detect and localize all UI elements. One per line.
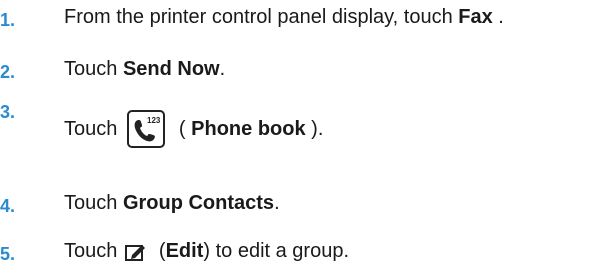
step-number: 2. [0, 62, 16, 82]
ui-term-phone-book: Phone book [191, 117, 306, 140]
step-text-plain: ) to edit a group. [203, 240, 350, 262]
ui-term-edit: Edit [165, 240, 204, 262]
instruction-steps: 1. From the printer control panel displa… [0, 0, 612, 270]
step-text-plain: ). [305, 117, 324, 140]
ui-term-fax: Fax [458, 6, 493, 28]
step-number: 4. [0, 196, 16, 216]
step-text-plain: Touch [64, 192, 123, 214]
step-number: 3. [0, 102, 16, 122]
ui-term-send-now: Send Now [122, 58, 220, 80]
phone-book-icon-number: 123 [147, 116, 161, 125]
step-text-plain: From the printer control panel display, … [64, 6, 459, 28]
step-text-plain: ( [153, 240, 166, 262]
step-text: From the printer control panel display, … [64, 6, 504, 29]
phone-book-icon: 123 [127, 110, 166, 148]
step-text: Touch 123 ( Phone book ). [64, 110, 323, 148]
step-text-plain: . [219, 58, 226, 80]
step-text-plain: Touch [64, 117, 118, 140]
step-text: Touch Group Contacts. [64, 192, 280, 215]
step-number: 1. [0, 10, 16, 30]
step-text-plain: ( [173, 117, 192, 140]
step-text-plain: . [492, 6, 504, 28]
step-text: Touch Send Now. [64, 58, 225, 81]
step-text: Touch (Edit) to edit a group. [64, 240, 349, 263]
edit-icon [125, 243, 147, 261]
step-text-plain: Touch [64, 240, 118, 262]
ui-term-group-contacts: Group Contacts [122, 192, 275, 214]
step-number: 5. [0, 244, 16, 264]
step-text-plain: Touch [64, 58, 123, 80]
step-text-plain: . [274, 192, 280, 214]
